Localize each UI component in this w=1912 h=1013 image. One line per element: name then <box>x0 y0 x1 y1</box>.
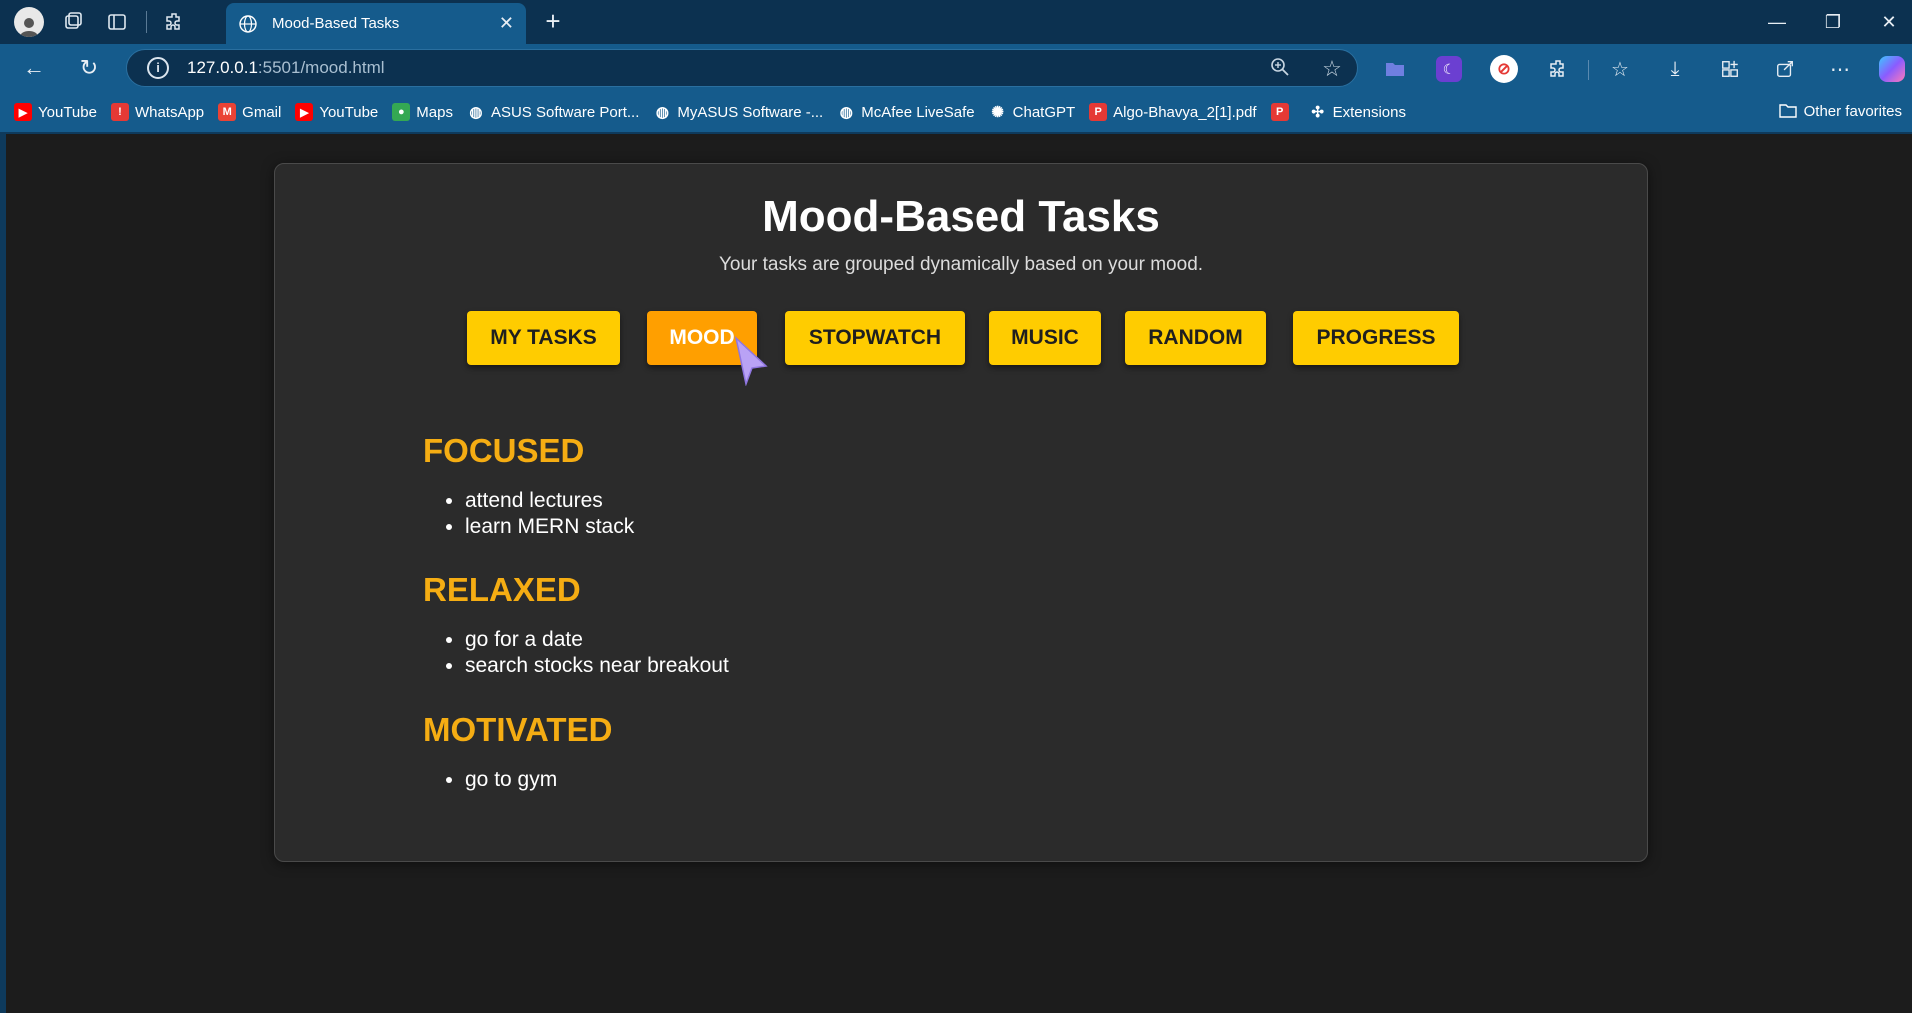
close-window-icon[interactable]: ✕ <box>1864 6 1912 38</box>
gmail-icon: M <box>218 103 237 121</box>
chatgpt-icon: ✺ <box>991 104 1004 121</box>
bookmark-label: ChatGPT <box>1012 103 1076 121</box>
bookmark-item[interactable]: ! WhatsApp <box>110 103 205 121</box>
mood-heading-relaxed: RELAXED <box>423 571 581 608</box>
site-info-icon[interactable]: i <box>147 57 169 79</box>
list-item: go for a date <box>465 627 729 653</box>
tab-actions-icon[interactable] <box>100 5 134 39</box>
tab-mood-based-tasks[interactable]: Mood-Based Tasks ✕ <box>226 3 526 44</box>
bookmark-item[interactable]: ▶ YouTube <box>14 103 97 121</box>
nav-stopwatch-button[interactable]: STOPWATCH <box>785 311 965 365</box>
downloads-icon[interactable]: ⤓ <box>1660 54 1690 84</box>
whatsapp-icon: ! <box>110 103 129 121</box>
focused-task-list: attend lectures learn MERN stack <box>465 488 634 540</box>
bookmark-item[interactable]: ● Maps <box>392 103 453 121</box>
toolbar-divider <box>1588 60 1589 80</box>
page-viewport: Mood-Based Tasks Your tasks are grouped … <box>6 134 1912 1013</box>
tab-title: Mood-Based Tasks <box>272 15 400 32</box>
more-menu-icon[interactable]: ⋯ <box>1825 54 1855 84</box>
list-item: attend lectures <box>465 488 634 514</box>
mood-heading-motivated: MOTIVATED <box>423 711 613 748</box>
titlebar-divider <box>146 11 147 33</box>
bookmarks-bar: ▶ YouTube! WhatsApp M Gmail ▶ YouTube ● Maps ◍ ASU… <box>0 92 1912 132</box>
moon-extension-icon[interactable]: ☾ <box>1434 54 1464 84</box>
globe-icon <box>239 14 257 33</box>
list-item: go to gym <box>465 767 557 793</box>
bookmark-item[interactable]: ◍ McAfee LiveSafe <box>837 103 975 122</box>
minimize-icon[interactable]: — <box>1752 6 1802 38</box>
nav-music-button[interactable]: MUSIC <box>989 311 1101 365</box>
bookmark-label: Extensions <box>1332 103 1406 121</box>
bookmark-item[interactable]: P <box>1270 103 1295 121</box>
bookmark-label: McAfee LiveSafe <box>861 103 975 121</box>
globe-icon: ◍ <box>839 104 853 121</box>
pdf-icon: P <box>1089 103 1108 121</box>
globe-icon: ◍ <box>655 104 669 121</box>
bookmark-item[interactable]: ✺ ChatGPT <box>989 103 1076 122</box>
refresh-icon[interactable]: ↻ <box>73 53 105 85</box>
bookmark-label: Maps <box>416 103 453 121</box>
motivated-task-list: go to gym <box>465 767 557 793</box>
list-item: search stocks near breakout <box>465 653 729 679</box>
page-title: Mood-Based Tasks <box>762 192 1160 241</box>
relaxed-task-list: go for a date search stocks near breakou… <box>465 627 729 679</box>
favorite-star-icon[interactable]: ☆ <box>1319 56 1345 82</box>
page-subtitle: Your tasks are grouped dynamically based… <box>718 254 1204 275</box>
bookmark-item[interactable]: ◍ MyASUS Software -... <box>653 103 824 122</box>
bookmark-label: ASUS Software Port... <box>490 103 640 121</box>
profile-icon <box>14 7 44 37</box>
extensions-icon[interactable] <box>157 5 191 39</box>
share-icon[interactable] <box>1770 54 1800 84</box>
back-icon[interactable]: ← <box>18 53 50 85</box>
mouse-cursor-icon <box>734 336 768 386</box>
nav-my-tasks-button[interactable]: MY TASKS <box>467 311 620 365</box>
pdf-icon: P <box>1270 103 1289 121</box>
other-favorites[interactable]: Other favorites <box>1778 102 1902 120</box>
bookmark-item[interactable]: M Gmail <box>218 103 281 121</box>
copilot-icon[interactable] <box>1877 54 1907 84</box>
nav-progress-button[interactable]: PROGRESS <box>1293 311 1459 365</box>
bookmark-label: Gmail <box>242 103 282 121</box>
browser-titlebar: Mood-Based Tasks ✕ + — ❐ ✕ <box>0 0 1912 44</box>
list-item: learn MERN stack <box>465 514 634 540</box>
address-bar[interactable]: i 127.0.0.1:5501/mood.html ☆ <box>126 49 1358 87</box>
folder-extension-icon[interactable] <box>1380 54 1410 84</box>
block-extension-icon[interactable]: ⊘ <box>1489 54 1519 84</box>
bookmark-label: YouTube <box>38 103 97 121</box>
zoom-icon[interactable] <box>1267 56 1293 82</box>
puzzle-icon: ✣ <box>1311 104 1324 121</box>
bookmark-item[interactable]: P Algo-Bhavya_2[1].pdf <box>1089 103 1257 121</box>
bookmark-item[interactable]: ◍ ASUS Software Port... <box>467 103 640 122</box>
profile-button[interactable] <box>12 5 46 39</box>
favorites-icon[interactable]: ☆ <box>1605 54 1635 84</box>
bookmark-label: Algo-Bhavya_2[1].pdf <box>1113 103 1257 121</box>
close-tab-icon[interactable]: ✕ <box>499 13 514 34</box>
mood-card: Mood-Based Tasks Your tasks are grouped … <box>274 163 1648 862</box>
new-tab-icon[interactable]: + <box>538 7 568 37</box>
nav-random-button[interactable]: RANDOM <box>1125 311 1266 365</box>
bookmark-label: YouTube <box>319 103 379 121</box>
maps-icon: ● <box>392 103 411 121</box>
youtube-icon: ▶ <box>295 103 314 121</box>
bookmark-item[interactable]: ▶ YouTube <box>295 103 378 121</box>
url-text: 127.0.0.1:5501/mood.html <box>187 58 385 77</box>
bookmark-label: WhatsApp <box>134 103 205 121</box>
youtube-icon: ▶ <box>14 103 32 121</box>
restore-icon[interactable]: ❐ <box>1808 6 1858 38</box>
bookmark-item[interactable]: ✣ Extensions <box>1309 103 1406 122</box>
mood-heading-focused: FOCUSED <box>423 432 585 469</box>
browser-toolbar: ← ↻ i 127.0.0.1:5501/mood.html ☆ ☾ ⊘ ☆ ⤓… <box>0 44 1912 92</box>
globe-icon: ◍ <box>469 104 483 121</box>
bookmark-label: MyASUS Software -... <box>677 103 824 121</box>
folder-icon <box>1778 104 1797 118</box>
puzzle-extension-icon[interactable] <box>1543 54 1573 84</box>
workspaces-icon[interactable] <box>56 5 90 39</box>
collections-icon[interactable] <box>1715 54 1745 84</box>
